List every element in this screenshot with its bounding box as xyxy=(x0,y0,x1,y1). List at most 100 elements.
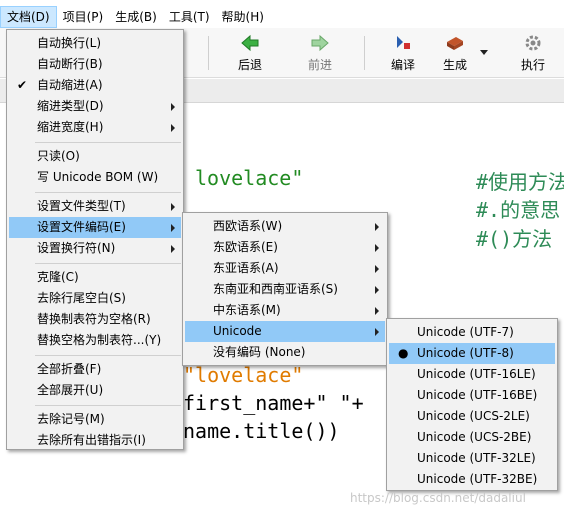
menu-item-unicode[interactable]: Unicode xyxy=(185,321,385,342)
code-line-string: lovelace" xyxy=(195,166,304,190)
back-label: 后退 xyxy=(237,58,262,72)
build-button[interactable]: 生成 xyxy=(427,32,483,74)
menu-item-utf32le[interactable]: Unicode (UTF-32LE) xyxy=(389,448,555,469)
menu-item-label: 去除所有出错指示(I) xyxy=(37,433,146,447)
menu-item-label: 没有编码 (None) xyxy=(213,345,306,359)
back-button[interactable]: 后退 xyxy=(222,32,278,74)
menu-item-label: 西欧语系(W) xyxy=(213,219,283,233)
menu-item-label: Unicode (UCS-2LE) xyxy=(417,409,530,423)
menu-item-label: 东南亚和西南亚语系(S) xyxy=(213,282,338,296)
menu-item-line-break[interactable]: 自动断行(B) xyxy=(9,54,181,75)
menu-item-indent-width[interactable]: 缩进宽度(H) xyxy=(9,117,181,138)
forward-arrow-icon xyxy=(311,34,329,52)
menu-item-label: 缩进宽度(H) xyxy=(37,120,104,134)
run-button[interactable]: 执行 xyxy=(505,32,561,74)
menu-tools[interactable]: 工具(T) xyxy=(163,6,216,28)
menu-item-eastern-european[interactable]: 东欧语系(E) xyxy=(185,237,385,258)
menu-item-east-asian[interactable]: 东亚语系(A) xyxy=(185,258,385,279)
gear-icon xyxy=(525,35,541,51)
menu-item-tabs-to-spaces[interactable]: 替换制表符为空格(R) xyxy=(9,309,181,330)
menu-help[interactable]: 帮助(H) xyxy=(216,6,270,28)
menu-build[interactable]: 生成(B) xyxy=(109,6,163,28)
code-line: first_name+" "+ xyxy=(183,391,364,415)
menu-document[interactable]: 文档(D) xyxy=(0,6,57,28)
menu-item-label: Unicode (UTF-7) xyxy=(417,325,514,339)
menu-item-label: Unicode xyxy=(213,324,262,338)
menu-item-file-encoding[interactable]: 设置文件编码(E) xyxy=(9,217,181,238)
menu-item-remove-markers[interactable]: 去除记号(M) xyxy=(9,409,181,430)
menu-item-line-ending[interactable]: 设置换行符(N) xyxy=(9,238,181,259)
menu-item-label: 中东语系(M) xyxy=(213,303,281,317)
menu-item-word-wrap[interactable]: 自动换行(L) xyxy=(9,33,181,54)
menu-item-western-european[interactable]: 西欧语系(W) xyxy=(185,216,385,237)
menu-item-fold-all[interactable]: 全部折叠(F) xyxy=(9,359,181,380)
menu-item-remove-error-indicators[interactable]: 去除所有出错指示(I) xyxy=(9,430,181,451)
menu-item-label: 写 Unicode BOM (W) xyxy=(37,170,159,184)
menu-separator xyxy=(35,263,181,264)
menu-item-strip-trailing[interactable]: 去除行尾空白(S) xyxy=(9,288,181,309)
menu-item-label: Unicode (UTF-8) xyxy=(417,346,514,360)
forward-label: 前进 xyxy=(307,58,332,72)
build-dropdown-icon[interactable] xyxy=(480,50,488,55)
menu-item-label: Unicode (UTF-32BE) xyxy=(417,472,538,486)
unicode-submenu: Unicode (UTF-7) ● Unicode (UTF-8) Unicode… xyxy=(386,318,558,491)
menu-item-unfold-all[interactable]: 全部展开(U) xyxy=(9,380,181,401)
submenu-arrow-icon xyxy=(375,328,379,336)
menu-item-utf8[interactable]: ● Unicode (UTF-8) xyxy=(389,343,555,364)
menu-item-southeast-asian[interactable]: 东南亚和西南亚语系(S) xyxy=(185,279,385,300)
menu-item-label: 缩进类型(D) xyxy=(37,99,104,113)
menu-item-readonly[interactable]: 只读(O) xyxy=(9,146,181,167)
menu-item-indent-type[interactable]: 缩进类型(D) xyxy=(9,96,181,117)
menu-item-file-type[interactable]: 设置文件类型(T) xyxy=(9,196,181,217)
menu-item-label: 东欧语系(E) xyxy=(213,240,278,254)
radio-bullet-icon: ● xyxy=(398,346,409,360)
submenu-arrow-icon xyxy=(375,286,379,294)
menu-separator xyxy=(35,142,181,143)
menu-separator xyxy=(35,192,181,193)
submenu-arrow-icon xyxy=(375,223,379,231)
submenu-arrow-icon xyxy=(171,103,175,111)
submenu-arrow-icon xyxy=(375,307,379,315)
code-line-comment: #使用方法 xyxy=(476,170,564,194)
menu-item-label: Unicode (UTF-32LE) xyxy=(417,451,536,465)
menu-item-label: 全部展开(U) xyxy=(37,383,104,397)
submenu-arrow-icon xyxy=(171,245,175,253)
compile-label: 编译 xyxy=(390,58,415,72)
menu-item-ucs2le[interactable]: Unicode (UCS-2LE) xyxy=(389,406,555,427)
menu-item-label: 替换空格为制表符...(Y) xyxy=(37,333,162,347)
toolbar-separator xyxy=(208,36,209,70)
menu-item-clone[interactable]: 克隆(C) xyxy=(9,267,181,288)
menu-item-label: 自动缩进(A) xyxy=(37,78,103,92)
menu-item-no-encoding[interactable]: 没有编码 (None) xyxy=(185,342,385,363)
menu-item-label: 克隆(C) xyxy=(37,270,79,284)
menu-item-label: 去除行尾空白(S) xyxy=(37,291,126,305)
watermark: https://blog.csdn.net/dadaliul xyxy=(350,491,526,505)
menu-item-utf16be[interactable]: Unicode (UTF-16BE) xyxy=(389,385,555,406)
forward-button[interactable]: 前进 xyxy=(292,32,348,74)
code-line-string: "lovelace" xyxy=(183,363,304,387)
menu-item-label: 替换制表符为空格(R) xyxy=(37,312,151,326)
menu-item-ucs2be[interactable]: Unicode (UCS-2BE) xyxy=(389,427,555,448)
menu-item-label: Unicode (UTF-16LE) xyxy=(417,367,536,381)
menu-item-label: 自动断行(B) xyxy=(37,57,103,71)
menu-separator xyxy=(35,405,181,406)
menu-item-label: Unicode (UCS-2BE) xyxy=(417,430,532,444)
menu-project[interactable]: 项目(P) xyxy=(57,6,110,28)
menu-item-auto-indent[interactable]: ✔ 自动缩进(A) xyxy=(9,75,181,96)
brick-icon xyxy=(447,37,463,50)
menu-item-middle-eastern[interactable]: 中东语系(M) xyxy=(185,300,385,321)
menu-item-spaces-to-tabs[interactable]: 替换空格为制表符...(Y) xyxy=(9,330,181,351)
menu-item-utf32be[interactable]: Unicode (UTF-32BE) xyxy=(389,469,555,490)
menu-item-label: 只读(O) xyxy=(37,149,80,163)
menu-item-write-bom[interactable]: 写 Unicode BOM (W) xyxy=(9,167,181,188)
submenu-arrow-icon xyxy=(375,244,379,252)
code-line-comment: #()方法 xyxy=(476,227,553,251)
menu-item-label: 设置文件类型(T) xyxy=(37,199,126,213)
menu-item-utf16le[interactable]: Unicode (UTF-16LE) xyxy=(389,364,555,385)
menu-item-label: 去除记号(M) xyxy=(37,412,105,426)
build-label: 生成 xyxy=(442,58,467,72)
compile-icon xyxy=(397,36,410,49)
run-label: 执行 xyxy=(520,58,545,72)
compile-button[interactable]: 编译 xyxy=(375,32,431,74)
menu-item-utf7[interactable]: Unicode (UTF-7) xyxy=(389,322,555,343)
